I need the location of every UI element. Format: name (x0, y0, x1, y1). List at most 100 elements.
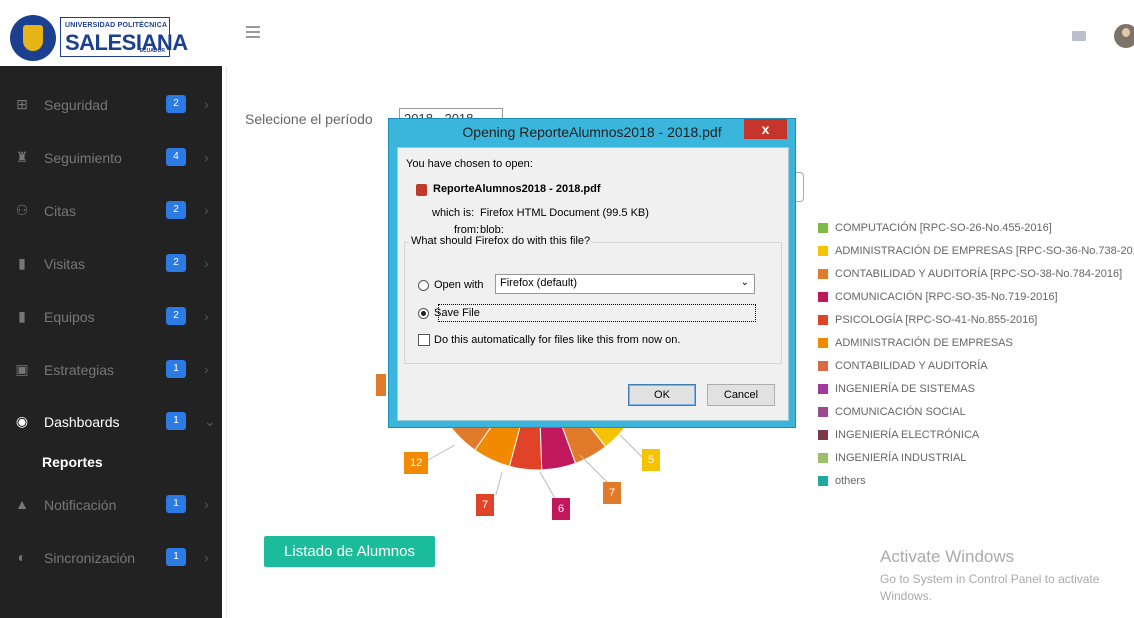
sidebar-item-label: Seguridad (44, 97, 108, 113)
action-question: What should Firefox do with this file? (409, 235, 593, 247)
chevron-down-icon: ⌄ (740, 277, 749, 288)
legend-swatch (818, 269, 828, 279)
logo-country: ECUADOR (139, 48, 165, 54)
chevron-right-icon: › (204, 308, 209, 324)
which-is-value: Firefox HTML Document (99.5 KB) (480, 207, 649, 219)
legend-swatch (818, 315, 828, 325)
save-file-radio[interactable] (418, 308, 429, 319)
legend-swatch (818, 223, 828, 233)
activate-windows-watermark: Activate Windows Go to System in Control… (880, 547, 1134, 605)
sidebar-item-label: Equipos (44, 309, 95, 325)
sidebar-item-label: Estrategias (44, 362, 115, 378)
mail-icon[interactable] (1072, 31, 1086, 41)
save-file-label[interactable]: Save File (434, 307, 480, 319)
sidebar-item-label: Sincronización (44, 550, 136, 566)
grid-icon: ⊞ (16, 96, 28, 112)
app-select-value: Firefox (default) (500, 277, 578, 289)
chevron-right-icon: › (204, 255, 209, 271)
clipboard-icon: ▣ (15, 361, 29, 377)
pie-tag-hidden (376, 374, 386, 396)
pie-data-label: 7 (476, 494, 495, 516)
sidebar-item-sincronizacion[interactable]: ◐ Sincronización 1 › (0, 544, 222, 572)
dialog-filename: ReporteAlumnos2018 - 2018.pdf (433, 183, 601, 195)
legend-label: CONTABILIDAD Y AUDITORÍA [RPC-SO-38-No.7… (835, 268, 1123, 280)
legend-label: COMUNICACIÓN [RPC-SO-35-No.719-2016] (835, 291, 1058, 303)
dialog-intro: You have chosen to open: (406, 158, 533, 170)
legend-swatch (818, 384, 828, 394)
auto-action-checkbox[interactable] (418, 334, 430, 346)
legend-label: INGENIERÍA INDUSTRIAL (835, 452, 967, 464)
book-icon: ▮ (18, 255, 26, 271)
sidebar-item-notificacion[interactable]: ▲ Notificación 1 › (0, 491, 222, 519)
sidebar-item-equipos[interactable]: ▮ Equipos 2 › (0, 303, 222, 331)
book-icon: ▮ (18, 308, 26, 324)
file-open-dialog: Opening ReporteAlumnos2018 - 2018.pdf x … (388, 118, 796, 428)
sidebar-subitem-reportes[interactable]: Reportes (42, 454, 103, 470)
binoculars-icon: ♜ (15, 149, 29, 165)
legend-label: INGENIERÍA ELECTRÓNICA (835, 429, 980, 441)
pie-data-label: 5 (642, 449, 661, 471)
legend-swatch (818, 338, 828, 348)
count-badge: 1 (166, 495, 186, 513)
listado-alumnos-button[interactable]: Listado de Alumnos (264, 536, 435, 567)
legend-label: ADMINISTRACIÓN DE EMPRESAS (835, 337, 1013, 349)
legend-label: others (835, 475, 866, 487)
chevron-right-icon: › (204, 496, 209, 512)
legend-swatch (818, 361, 828, 371)
sync-icon: ◐ (17, 549, 27, 565)
legend-swatch (818, 407, 828, 417)
legend-swatch (818, 430, 828, 440)
open-with-radio[interactable] (418, 280, 429, 291)
ok-button[interactable]: OK (628, 384, 696, 406)
sidebar-item-label: Dashboards (44, 414, 120, 430)
sidebar-item-seguimiento[interactable]: ♜ Seguimiento 4 › (0, 144, 222, 172)
people-icon: ⚇ (15, 202, 29, 218)
sidebar-item-label: Seguimiento (44, 150, 122, 166)
chevron-down-icon: ⌄ (204, 413, 216, 429)
logo-title: SALESIANA (65, 30, 188, 55)
cancel-button[interactable]: Cancel (707, 384, 775, 406)
sidebar-item-estrategias[interactable]: ▣ Estrategias 1 › (0, 356, 222, 384)
chevron-right-icon: › (204, 549, 209, 565)
legend-label: ADMINISTRACIÓN DE EMPRESAS [RPC-SO-36-No… (835, 245, 1134, 257)
watermark-subtitle: Go to System in Control Panel to activat… (880, 572, 1100, 603)
auto-action-label[interactable]: Do this automatically for files like thi… (434, 334, 680, 346)
dashboard-icon: ◉ (15, 413, 29, 429)
legend-swatch (818, 453, 828, 463)
open-with-label[interactable]: Open with (434, 279, 484, 291)
which-is-label: which is: (432, 207, 475, 219)
pie-data-label: 12 (404, 452, 429, 474)
close-icon[interactable]: x (744, 119, 787, 139)
count-badge: 2 (166, 307, 186, 325)
legend-swatch (818, 246, 828, 256)
university-logo[interactable]: UNIVERSIDAD POLITÉCNICA SALESIANA ECUADO… (10, 15, 188, 61)
legend-swatch (818, 476, 828, 486)
count-badge: 2 (166, 201, 186, 219)
periodo-label: Selecione el período (245, 111, 373, 127)
save-file-focus-box (438, 304, 756, 322)
count-badge: 1 (166, 412, 186, 430)
user-avatar[interactable] (1114, 24, 1134, 48)
chevron-right-icon: › (204, 149, 209, 165)
sidebar-item-dashboards[interactable]: ◉ Dashboards 1 ⌄ (0, 408, 222, 436)
chevron-right-icon: › (204, 202, 209, 218)
bell-icon: ▲ (15, 496, 29, 512)
hamburger-menu-icon[interactable] (246, 26, 260, 38)
dialog-title: Opening ReporteAlumnos2018 - 2018.pdf (462, 124, 722, 140)
sidebar-item-label: Visitas (44, 256, 85, 272)
sidebar-item-citas[interactable]: ⚇ Citas 2 › (0, 197, 222, 225)
legend-label: CONTABILIDAD Y AUDITORÍA (835, 360, 988, 372)
sidebar: ⊞ Seguridad 2 › ♜ Seguimiento 4 › ⚇ Cita… (0, 66, 222, 618)
sidebar-item-visitas[interactable]: ▮ Visitas 2 › (0, 250, 222, 278)
legend-label: INGENIERÍA DE SISTEMAS (835, 383, 975, 395)
open-with-app-select[interactable]: Firefox (default) ⌄ (495, 274, 755, 294)
top-bar: UNIVERSIDAD POLITÉCNICA SALESIANA ECUADO… (0, 0, 1134, 66)
chevron-right-icon: › (204, 96, 209, 112)
legend-label: COMUNICACIÓN SOCIAL (835, 406, 966, 418)
logo-wordmark: UNIVERSIDAD POLITÉCNICA SALESIANA ECUADO… (60, 17, 188, 57)
sidebar-item-seguridad[interactable]: ⊞ Seguridad 2 › (0, 91, 222, 119)
sidebar-item-label: Citas (44, 203, 76, 219)
logo-subtitle: UNIVERSIDAD POLITÉCNICA (65, 22, 168, 29)
pie-data-label: 7 (603, 482, 622, 504)
count-badge: 1 (166, 548, 186, 566)
